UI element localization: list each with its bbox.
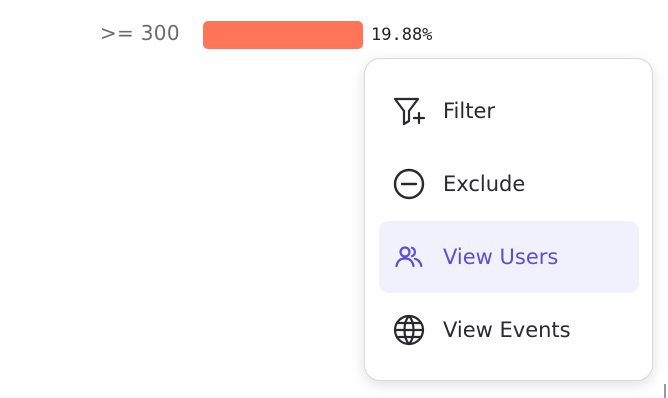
menu-item-label: Filter: [443, 99, 496, 123]
menu-item-label: View Events: [443, 318, 571, 342]
menu-item-exclude[interactable]: Exclude: [379, 148, 639, 220]
users-icon: [391, 239, 427, 275]
percent-bar[interactable]: [203, 21, 363, 49]
menu-item-view-users[interactable]: View Users: [379, 221, 639, 293]
globe-icon: [391, 312, 427, 348]
menu-item-filter[interactable]: Filter: [379, 75, 639, 147]
stage: >= 300 19.88% Filter Exclude View Users …: [0, 0, 668, 398]
edge-divider: [664, 384, 666, 398]
menu-item-label: View Users: [443, 245, 559, 269]
percent-bar-fill: [203, 21, 363, 49]
minus-circle-icon: [391, 166, 427, 202]
row-label: >= 300: [100, 21, 180, 45]
filter-plus-icon: [391, 93, 427, 129]
menu-item-label: Exclude: [443, 172, 526, 196]
context-menu: Filter Exclude View Users View Events: [364, 58, 653, 381]
menu-item-view-events[interactable]: View Events: [379, 294, 639, 366]
row-percent: 19.88%: [371, 25, 433, 45]
